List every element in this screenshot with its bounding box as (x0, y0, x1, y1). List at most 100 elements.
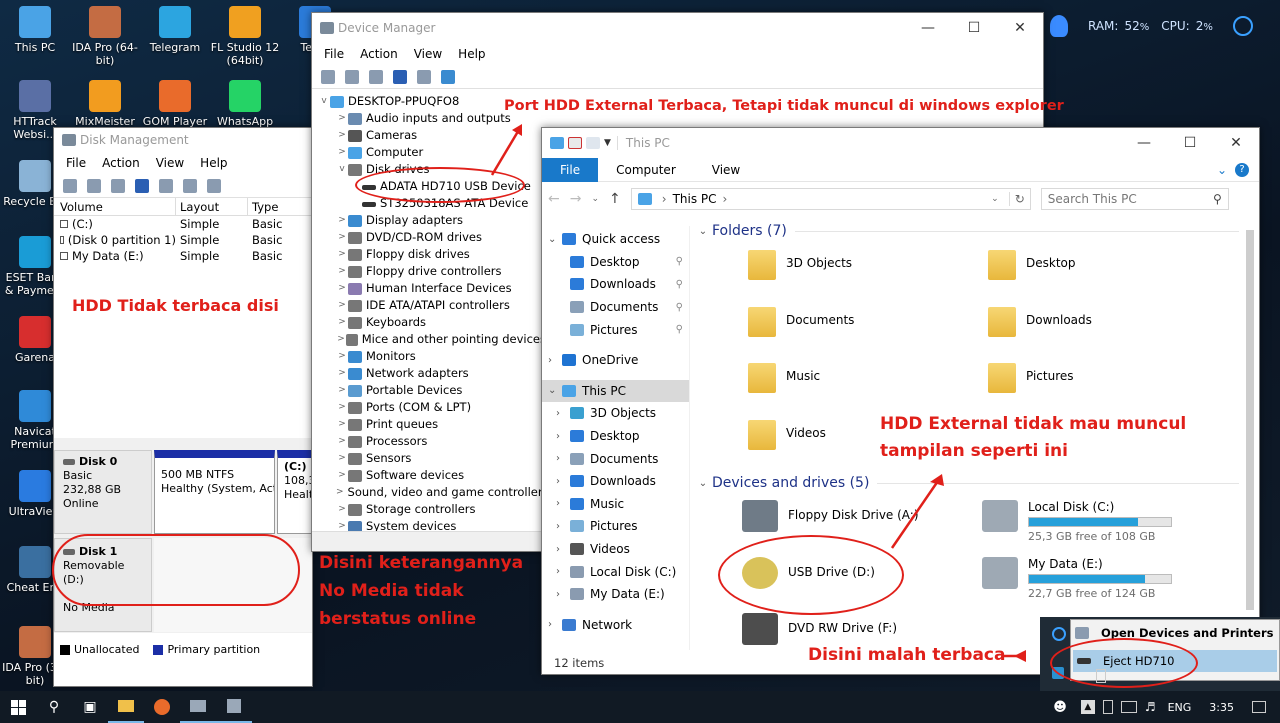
properties-icon[interactable] (417, 69, 431, 84)
chevron-right-icon[interactable]: › (556, 544, 570, 555)
help-icon[interactable]: ? (1235, 162, 1249, 177)
tree-item[interactable]: > Software devices (318, 467, 546, 484)
chevron-down-icon[interactable]: ▼ (604, 138, 611, 148)
nav-item[interactable]: › Videos (542, 538, 689, 561)
desktop-icon[interactable]: GOM Player (140, 80, 210, 128)
chevron-right-icon[interactable]: > (336, 382, 348, 399)
maximize-button[interactable]: ☐ (951, 20, 997, 36)
nav-item[interactable]: › Desktop (542, 425, 689, 448)
desktop-icon[interactable]: WhatsApp (210, 80, 280, 128)
notification-icon[interactable] (1252, 701, 1266, 713)
tree-item[interactable]: > Display adapters (318, 212, 546, 229)
forward-icon[interactable] (345, 69, 359, 84)
menu-action[interactable]: Action (94, 156, 148, 170)
tree-item[interactable]: > Mice and other pointing devices (318, 331, 546, 348)
col-layout[interactable]: Layout (176, 198, 248, 215)
chevron-down-icon[interactable]: ⌄ (548, 385, 562, 396)
drive-tile[interactable]: My Data (E:) 22,7 GB free of 124 GB (982, 556, 1222, 600)
nav-item[interactable]: Downloads ⚲ (542, 273, 689, 296)
tree-item[interactable]: > Print queues (318, 416, 546, 433)
nav-item[interactable]: › Network (542, 614, 689, 637)
partition-c[interactable]: (C:) 108,3 Healt (277, 450, 312, 534)
menu-file[interactable]: File (316, 47, 352, 61)
tree-item[interactable]: > Sensors (318, 450, 546, 467)
nav-item[interactable]: › My Data (E:) (542, 583, 689, 606)
help-icon[interactable] (393, 69, 407, 84)
tab-file[interactable]: File (542, 157, 599, 182)
properties-check-icon[interactable] (568, 137, 582, 149)
drive-tile[interactable]: Floppy Disk Drive (A:) (742, 500, 982, 532)
gauge-icon[interactable] (1232, 16, 1253, 36)
tree-item[interactable]: > Monitors (318, 348, 546, 365)
start-button[interactable] (0, 691, 36, 723)
nav-item[interactable]: Pictures ⚲ (542, 318, 689, 341)
people-icon[interactable]: ☻ (1053, 700, 1067, 715)
folders-section-header[interactable]: ⌄ Folders (7) (694, 220, 1239, 242)
folder-tile[interactable]: 3D Objects (748, 250, 968, 280)
desktop-icon[interactable]: This PC (0, 6, 70, 54)
menu-file[interactable]: File (58, 156, 94, 170)
list-icon[interactable] (369, 69, 383, 84)
menu-action[interactable]: Action (352, 47, 406, 61)
chevron-down-icon[interactable]: v (336, 161, 348, 178)
tree-item[interactable]: > IDE ATA/ATAPI controllers (318, 297, 546, 314)
chevron-right-icon[interactable]: > (336, 212, 348, 229)
chevron-right-icon[interactable]: › (548, 355, 562, 366)
folder-tile[interactable]: Desktop (988, 250, 1208, 280)
chevron-down-icon[interactable]: ⌄ (548, 234, 562, 245)
address-bar[interactable]: › This PC › ⌄ ↻ (630, 188, 1031, 210)
chevron-right-icon[interactable]: › (556, 453, 570, 464)
chevron-down-icon[interactable]: v (318, 93, 330, 110)
chevron-right-icon[interactable]: > (336, 110, 348, 127)
volume-icon[interactable]: ♬ (1145, 700, 1156, 714)
tree-item[interactable]: > DVD/CD-ROM drives (318, 229, 546, 246)
menu-view[interactable]: View (148, 156, 192, 170)
folder-tile[interactable]: Music (748, 363, 968, 393)
back-icon[interactable] (63, 178, 77, 193)
nav-item[interactable]: Documents ⚲ (542, 296, 689, 319)
desktop-icon[interactable]: MixMeister (70, 80, 140, 128)
address-dropdown-icon[interactable]: ⌄ (987, 194, 1003, 204)
search-icon[interactable]: ⚲ (1213, 192, 1222, 206)
folder-tile[interactable]: Downloads (988, 306, 1208, 337)
tree-item[interactable]: > System devices (318, 518, 546, 531)
address-chevron-icon[interactable]: › (723, 192, 728, 206)
settings-icon[interactable] (207, 178, 221, 193)
forward-arrow-icon[interactable]: → (570, 191, 582, 207)
tree-item[interactable]: > Network adapters (318, 365, 546, 382)
chevron-right-icon[interactable]: > (336, 280, 348, 297)
chevron-right-icon[interactable]: › (556, 566, 570, 577)
tree-item[interactable]: > Storage controllers (318, 501, 546, 518)
chevron-right-icon[interactable]: > (336, 229, 348, 246)
chevron-right-icon[interactable]: > (336, 297, 348, 314)
chevron-down-icon[interactable]: ⌄ (694, 478, 712, 489)
nav-item[interactable]: ⌄ Quick access (542, 228, 689, 251)
tree-item[interactable]: > Ports (COM & LPT) (318, 399, 546, 416)
pin-icon[interactable]: ⚲ (676, 302, 683, 313)
chevron-right-icon[interactable]: › (556, 521, 570, 532)
chevron-right-icon[interactable]: > (336, 416, 348, 433)
pin-icon[interactable]: ⚲ (676, 324, 683, 335)
forward-icon[interactable] (87, 178, 101, 193)
chevron-right-icon[interactable]: > (336, 246, 348, 263)
list-icon[interactable] (111, 178, 125, 193)
folder-tile[interactable]: Documents (748, 306, 968, 337)
back-icon[interactable] (321, 69, 335, 84)
disk-mgmt-taskbar-icon[interactable] (180, 691, 216, 723)
chevron-right-icon[interactable]: > (336, 501, 348, 518)
properties-icon[interactable] (159, 178, 173, 193)
device-mgr-taskbar-icon[interactable] (216, 691, 252, 723)
desktop-icon[interactable]: FL Studio 12 (64bit) (210, 6, 280, 67)
chevron-right-icon[interactable]: > (336, 399, 348, 416)
nav-item[interactable]: › OneDrive (542, 349, 689, 372)
col-type[interactable]: Type (248, 198, 278, 215)
tree-item[interactable]: > Floppy disk drives (318, 246, 546, 263)
new-folder-icon[interactable] (586, 137, 600, 149)
tray-expand-icon[interactable]: ▲ (1080, 700, 1095, 714)
nav-item[interactable]: Desktop ⚲ (542, 251, 689, 274)
col-volume[interactable]: Volume (54, 198, 176, 215)
up-arrow-icon[interactable]: ↑ (609, 191, 621, 207)
nav-item[interactable]: › Local Disk (C:) (542, 560, 689, 583)
nav-item[interactable]: › Music (542, 493, 689, 516)
nav-item[interactable]: ⌄ This PC (542, 379, 689, 403)
